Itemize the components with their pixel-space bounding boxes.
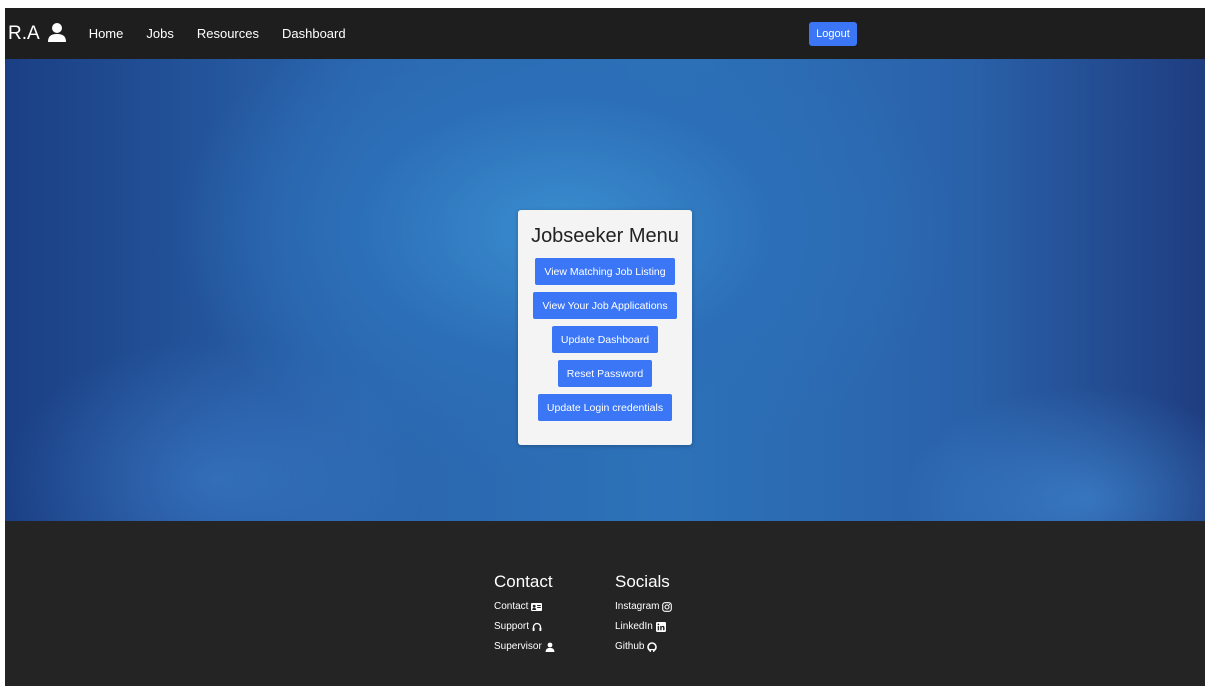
footer-link-linkedin[interactable]: LinkedIn <box>615 620 672 633</box>
footer-link-supervisor[interactable]: Supervisor <box>494 640 555 653</box>
footer-link-github[interactable]: Github <box>615 640 672 653</box>
footer-link-label: Instagram <box>615 601 660 612</box>
footer-link-label: Github <box>615 641 645 652</box>
menu-button-list: View Matching Job Listing View Your Job … <box>518 258 692 428</box>
nav-link-resources[interactable]: Resources <box>197 26 259 41</box>
footer-link-label: LinkedIn <box>615 621 653 632</box>
footer-link-label: Supervisor <box>494 641 542 652</box>
footer-socials-column: Socials Instagram LinkedIn Github <box>615 572 673 660</box>
footer-contact-heading: Contact <box>494 572 553 591</box>
jobseeker-menu-card: Jobseeker Menu View Matching Job Listing… <box>518 210 692 445</box>
linkedin-icon <box>655 621 666 632</box>
update-dashboard-button[interactable]: Update Dashboard <box>551 326 659 353</box>
brand-name: R.A <box>8 23 40 44</box>
address-card-icon <box>531 602 543 612</box>
user-icon <box>47 22 67 42</box>
instagram-icon <box>662 601 673 612</box>
page-frame: R.A Home Jobs Resources Dashboard Logout… <box>5 8 1205 686</box>
brand[interactable]: R.A <box>8 22 67 44</box>
nav-link-dashboard[interactable]: Dashboard <box>282 26 346 41</box>
github-icon <box>647 641 658 652</box>
view-job-applications-button[interactable]: View Your Job Applications <box>533 292 677 319</box>
nav-link-jobs[interactable]: Jobs <box>146 26 173 41</box>
navbar: R.A Home Jobs Resources Dashboard Logout <box>5 8 1205 59</box>
footer-link-support[interactable]: Support <box>494 620 555 633</box>
footer-link-instagram[interactable]: Instagram <box>615 600 673 613</box>
footer-link-contact[interactable]: Contact <box>494 600 555 613</box>
nav-links: Home Jobs Resources Dashboard <box>89 26 369 41</box>
footer-link-label: Support <box>494 621 530 632</box>
footer-socials-heading: Socials <box>615 572 670 591</box>
hero-background: Jobseeker Menu View Matching Job Listing… <box>5 59 1205 521</box>
headset-icon <box>532 622 542 632</box>
menu-title: Jobseeker Menu <box>531 225 679 247</box>
footer-contact-column: Contact Contact Support Supervisor <box>494 572 555 660</box>
user-icon <box>545 642 555 652</box>
footer: Contact Contact Support Supervisor Socia… <box>5 521 1205 686</box>
update-login-credentials-button[interactable]: Update Login credentials <box>537 394 673 421</box>
logout-button[interactable]: Logout <box>809 22 857 46</box>
view-matching-job-listing-button[interactable]: View Matching Job Listing <box>535 258 675 285</box>
nav-link-home[interactable]: Home <box>89 26 124 41</box>
footer-link-label: Contact <box>494 601 529 612</box>
reset-password-button[interactable]: Reset Password <box>557 360 653 387</box>
